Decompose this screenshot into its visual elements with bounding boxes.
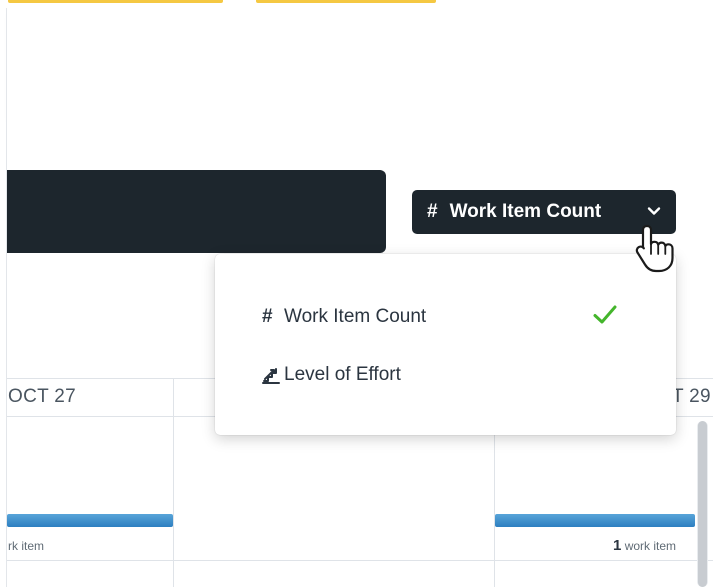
checkmark-icon bbox=[593, 305, 617, 324]
hand-pointer-cursor-icon bbox=[635, 224, 674, 273]
vertical-scrollbar-thumb[interactable] bbox=[698, 421, 707, 587]
day-header-oct-27: OCT 27 bbox=[8, 386, 76, 407]
dark-banner-bar bbox=[7, 170, 386, 253]
top-tab-highlight[interactable] bbox=[8, 0, 223, 3]
left-divider bbox=[6, 8, 7, 587]
grid-row-line bbox=[7, 560, 713, 561]
metric-select-label: Work Item Count bbox=[449, 201, 602, 222]
dropdown-item-label: Work Item Count bbox=[284, 306, 427, 327]
metric-dropdown-menu: # Work Item Count Level of Effort bbox=[215, 254, 676, 435]
work-item-count-label: 1 work item bbox=[613, 537, 677, 554]
hash-icon: # bbox=[262, 306, 273, 327]
stairs-icon bbox=[262, 366, 284, 384]
work-item-bar[interactable] bbox=[7, 514, 173, 527]
day-header-oct-29: T 29 bbox=[672, 386, 711, 407]
dropdown-item-label: Level of Effort bbox=[284, 364, 401, 385]
dropdown-item-work-item-count[interactable]: # Work Item Count bbox=[262, 300, 632, 334]
hash-icon: # bbox=[427, 201, 438, 222]
top-tab-highlight[interactable] bbox=[256, 0, 436, 3]
dropdown-item-level-of-effort[interactable]: Level of Effort bbox=[262, 358, 632, 392]
screen: OCT 27 T 29 rk item 1 work item # Work I… bbox=[0, 0, 713, 587]
page-header-area bbox=[7, 8, 713, 120]
work-item-bar[interactable] bbox=[495, 514, 695, 527]
grid-column-divider bbox=[173, 378, 174, 587]
work-item-count-label: rk item bbox=[8, 539, 44, 553]
chevron-down-icon bbox=[647, 207, 661, 215]
